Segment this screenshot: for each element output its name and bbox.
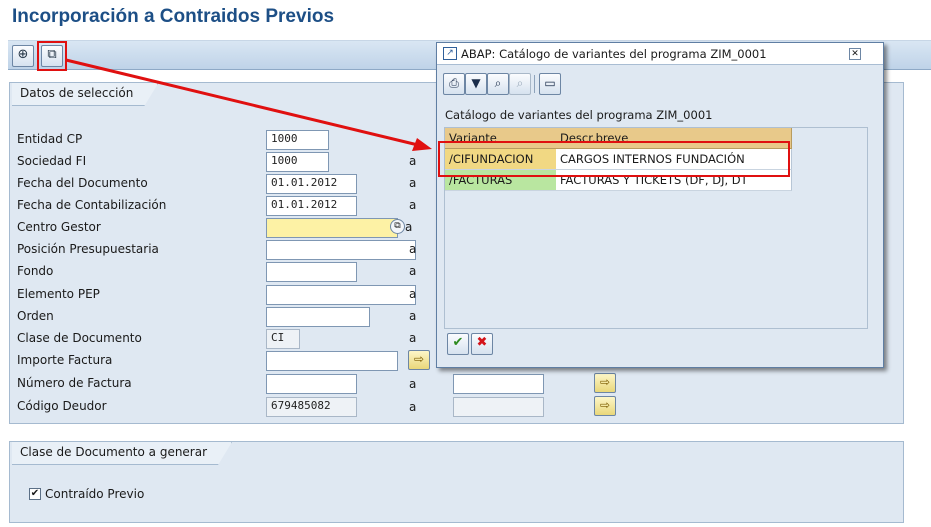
annotation-arrow-head <box>412 138 432 151</box>
annotation-arrow <box>65 58 432 151</box>
annotation-arrow-line <box>65 58 419 147</box>
